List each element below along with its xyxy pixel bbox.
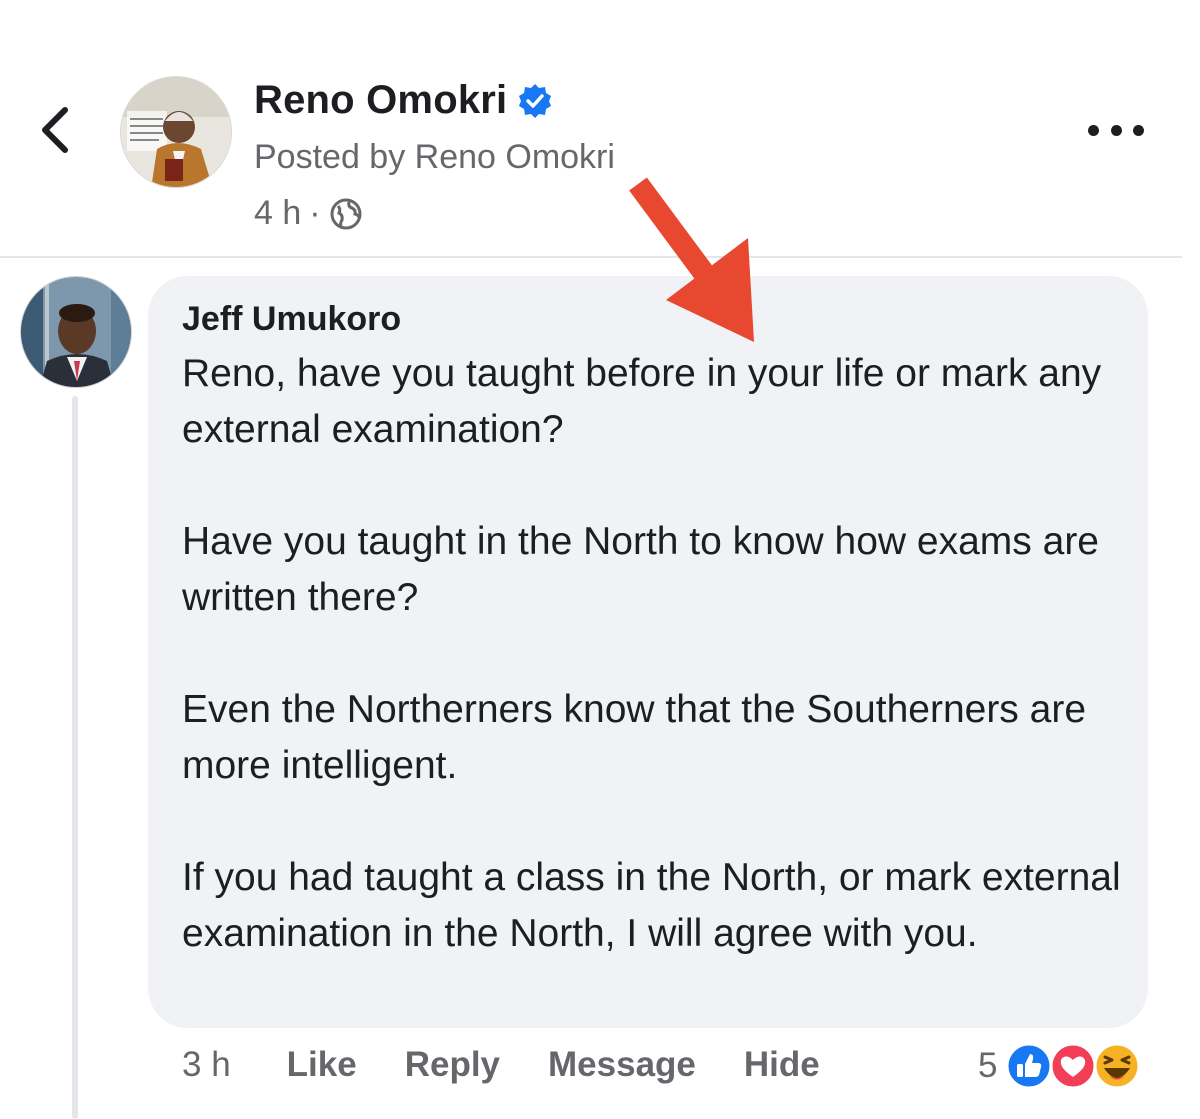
more-options-button[interactable]: [1088, 118, 1144, 142]
haha-reaction-icon: [1093, 1042, 1141, 1090]
post-time[interactable]: 4 h: [254, 194, 301, 233]
comment-paragraph: Have you taught in the North to know how…: [182, 520, 1099, 619]
post-meta: 4 h ·: [254, 194, 363, 233]
comment-text: Reno, have you taught before in your lif…: [182, 346, 1132, 962]
dot-icon: [1110, 124, 1122, 136]
hide-button[interactable]: Hide: [744, 1045, 820, 1085]
commenter-avatar[interactable]: [20, 276, 132, 388]
dot-icon: [1088, 124, 1099, 136]
reaction-icons: [1005, 1040, 1145, 1092]
commenter-name[interactable]: Jeff Umukoro: [182, 300, 401, 339]
annotation-arrow-icon: [629, 177, 754, 342]
comment-paragraph: Reno, have you taught before in your lif…: [182, 352, 1102, 451]
back-button[interactable]: [32, 104, 76, 156]
reply-button[interactable]: Reply: [405, 1045, 500, 1085]
header-divider: [0, 256, 1182, 258]
comment-paragraph: Even the Northerners know that the South…: [182, 688, 1087, 787]
like-reaction-icon: [1005, 1042, 1053, 1090]
globe-icon: [330, 198, 362, 229]
comment-bubble: Jeff Umukoro Reno, have you taught befor…: [148, 276, 1148, 1028]
comment-time[interactable]: 3 h: [182, 1045, 231, 1085]
comment-actions: 3 h Like Reply Message Hide: [182, 1040, 868, 1090]
page-name-text[interactable]: Reno Omokri: [254, 78, 507, 123]
post-header: Reno Omokri Posted by Reno Omokri 4 h ·: [0, 0, 1200, 258]
verified-badge-icon: [519, 83, 552, 118]
like-button[interactable]: Like: [287, 1045, 357, 1085]
comment-paragraph: If you had taught a class in the North, …: [182, 856, 1121, 955]
page-avatar[interactable]: [120, 76, 232, 188]
meta-separator: ·: [309, 194, 321, 232]
love-reaction-icon: [1049, 1042, 1097, 1090]
dot-icon: [1133, 124, 1144, 136]
chevron-left-icon: [42, 107, 68, 153]
reaction-count: 5: [978, 1046, 998, 1085]
posted-by-label[interactable]: Posted by Reno Omokri: [254, 138, 615, 177]
reply-thread-line: [72, 396, 78, 1119]
page-name[interactable]: Reno Omokri: [254, 78, 553, 123]
reaction-summary[interactable]: 5: [978, 1040, 1145, 1092]
message-button[interactable]: Message: [548, 1045, 696, 1085]
